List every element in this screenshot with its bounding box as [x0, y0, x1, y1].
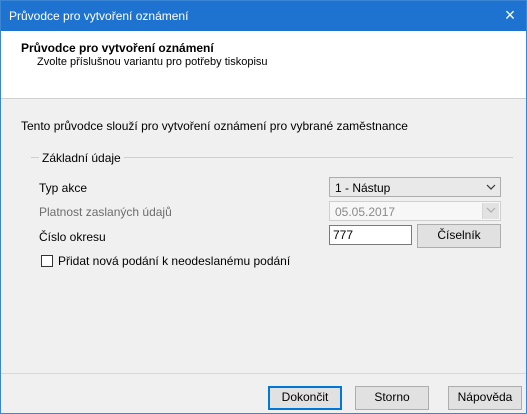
header-title: Průvodce pro vytvoření oznámení: [21, 41, 214, 55]
okres-field[interactable]: [333, 227, 409, 243]
platnost-label: Platnost zaslaných údajů: [39, 205, 172, 219]
wizard-dialog: Průvodce pro vytvoření oznámení × Průvod…: [0, 0, 527, 414]
group-label: Základní údaje: [39, 151, 124, 165]
okres-input[interactable]: [329, 225, 412, 245]
footer-divider: [1, 373, 526, 374]
header-subtitle: Zvolte příslušnou variantu pro potřeby t…: [37, 56, 268, 68]
wizard-header: Průvodce pro vytvoření oznámení Zvolte p…: [1, 31, 526, 99]
ciselnik-button[interactable]: Číselník: [417, 224, 501, 248]
window-title: Průvodce pro vytvoření oznámení: [9, 9, 189, 23]
intro-text: Tento průvodce slouží pro vytvoření ozná…: [21, 119, 408, 133]
chevron-down-icon: [486, 180, 496, 197]
help-button[interactable]: Nápověda: [448, 386, 522, 410]
cancel-button[interactable]: Storno: [355, 386, 429, 410]
append-submission-checkbox[interactable]: [41, 255, 53, 267]
chevron-down-icon: [482, 203, 499, 219]
close-icon[interactable]: ×: [500, 5, 520, 25]
typ-akce-value: 1 - Nástup: [335, 181, 391, 195]
typ-akce-label: Typ akce: [39, 181, 88, 195]
platnost-value: 05.05.2017: [335, 205, 396, 219]
title-bar: Průvodce pro vytvoření oznámení ×: [1, 1, 526, 31]
finish-button[interactable]: Dokončit: [268, 386, 342, 410]
platnost-date-picker: 05.05.2017: [329, 201, 501, 221]
okres-label: Číslo okresu: [39, 230, 106, 244]
append-submission-label[interactable]: Přidat nová podání k neodeslanému podání: [58, 254, 290, 268]
typ-akce-select[interactable]: 1 - Nástup: [329, 177, 501, 197]
